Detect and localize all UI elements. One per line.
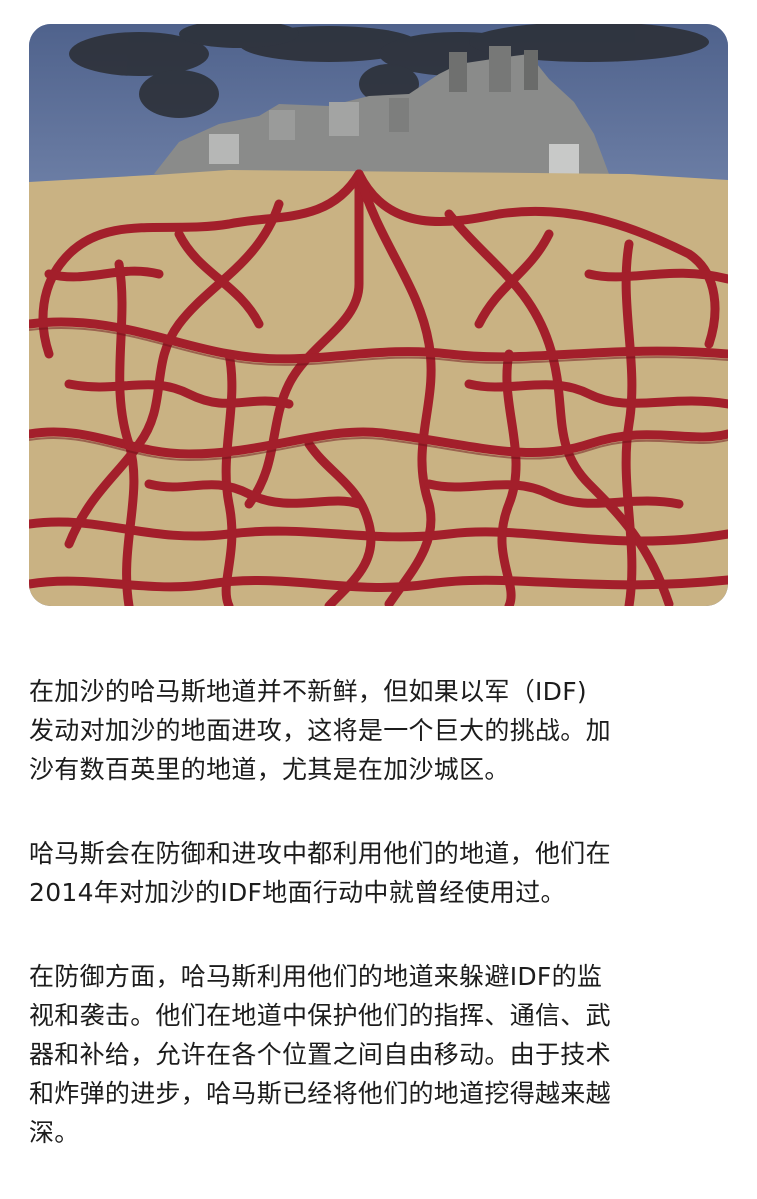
paragraph-defense: 在防御方面，哈马斯利用他们的地道来躲避IDF的监 视和袭击。他们在地道中保护他们… — [29, 962, 611, 1147]
paragraph-intro: 在加沙的哈马斯地道并不新鲜，但如果以军（IDF) 发动对加沙的地面进攻，这将是一… — [29, 677, 611, 784]
article-body: 在加沙的哈马斯地道并不新鲜，但如果以军（IDF) 发动对加沙的地面进攻，这将是一… — [29, 672, 729, 1197]
paragraph-usage: 哈马斯会在防御和进攻中都利用他们的地道，他们在 2014年对加沙的IDF地面行动… — [29, 839, 611, 907]
tunnel-illustration — [29, 24, 728, 606]
